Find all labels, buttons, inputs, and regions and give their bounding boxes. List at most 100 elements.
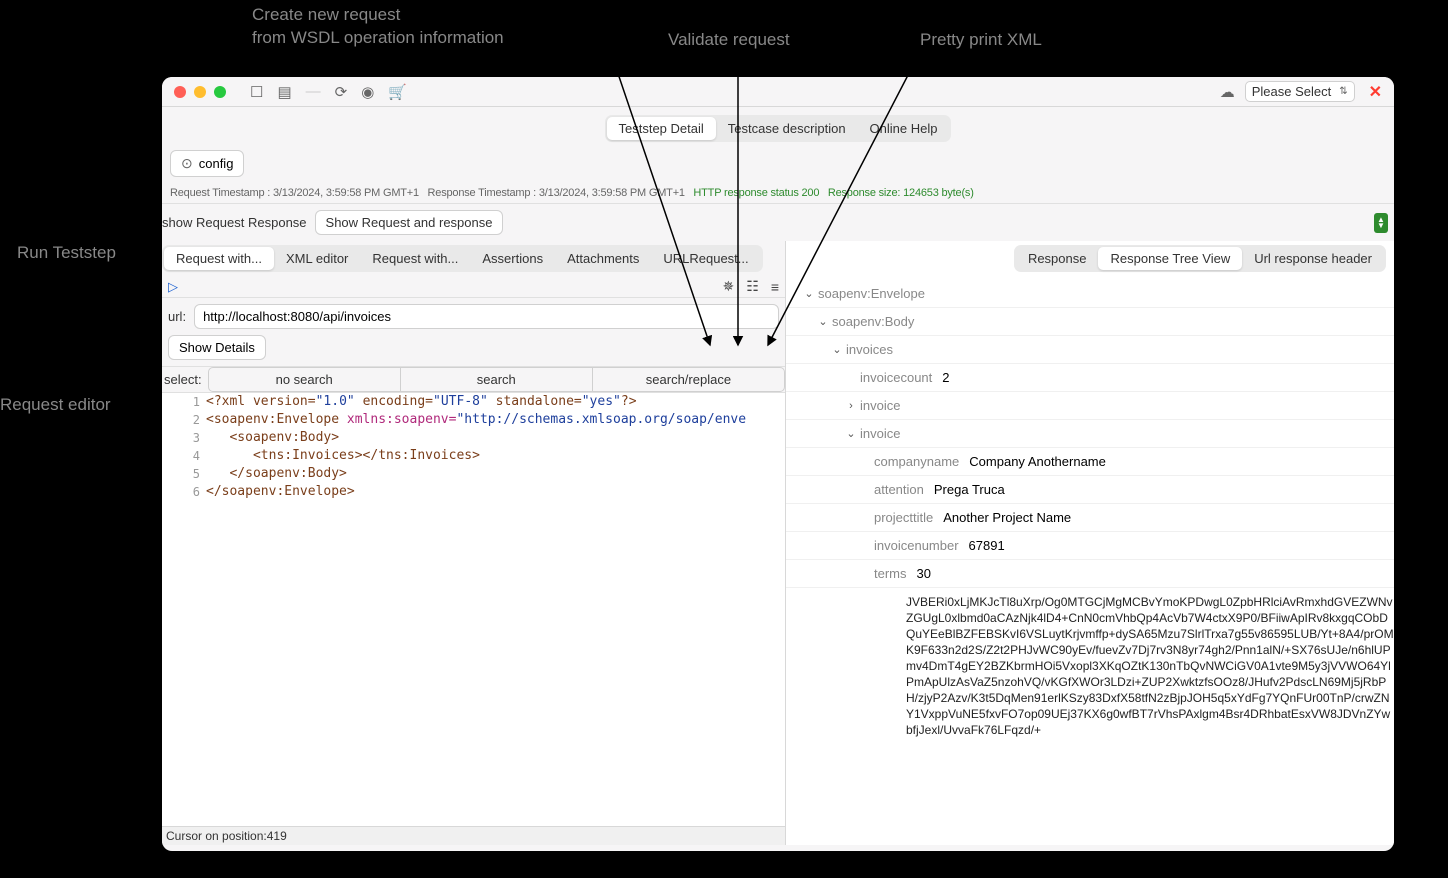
show-details-button[interactable]: Show Details: [168, 335, 266, 360]
chevron-down-icon[interactable]: ⌄: [800, 287, 818, 300]
select-label: select:: [162, 372, 208, 387]
tree-node-invoicecount[interactable]: invoicecount 2: [786, 364, 1394, 392]
editor-line[interactable]: 3 <soapenv:Body>: [162, 429, 785, 447]
tree-key-invoices: invoices: [846, 342, 893, 357]
cloud-icon[interactable]: ☁: [1220, 83, 1235, 101]
tree-key-companyname: companyname: [874, 454, 959, 469]
pretty-print-icon[interactable]: ≡: [771, 279, 779, 295]
titlebar: ☐ ▤ — ⟳ ◉ 🛒 ☁ Please Select ⇅ ✕: [162, 77, 1394, 107]
titlebar-icons: ☐ ▤ — ⟳ ◉ 🛒: [250, 83, 407, 101]
tab-url-request[interactable]: URLRequest...: [651, 247, 760, 270]
annotation-pretty-print: Pretty print XML: [920, 30, 1042, 50]
response-size: Response size: 124653 byte(s): [828, 187, 974, 199]
annotation-from-wsdl: from WSDL operation information: [252, 28, 504, 48]
tab-xml-editor[interactable]: XML editor: [274, 247, 360, 270]
tab-teststep-detail[interactable]: Teststep Detail: [607, 117, 716, 140]
response-timestamp-label: Response Timestamp :: [428, 187, 537, 199]
code-content: <tns:Invoices></tns:Invoices>: [206, 447, 480, 465]
tree-val-invoicenumber: 67891: [969, 538, 1005, 553]
window-minimize-button[interactable]: [194, 86, 206, 98]
no-search-tab[interactable]: no search: [208, 367, 401, 392]
expand-collapse-arrows-icon[interactable]: ▲▼: [1374, 213, 1388, 233]
tree-key-invoicenumber: invoicenumber: [874, 538, 959, 553]
search-row: select: no search search search/replace: [162, 366, 785, 393]
show-row: show Request Response Show Request and r…: [162, 203, 1394, 241]
search-tab[interactable]: search: [401, 367, 593, 392]
response-timestamp-value: 3/13/2024, 3:59:58 PM GMT+1: [539, 187, 685, 199]
sidebar-toggle-icon[interactable]: ☐: [250, 83, 263, 101]
response-pane: Response Response Tree View Url response…: [786, 241, 1394, 845]
url-row: url:: [162, 298, 785, 335]
editor-line[interactable]: 4 <tns:Invoices></tns:Invoices>: [162, 447, 785, 465]
editor-line[interactable]: 2<soapenv:Envelope xmlns:soapenv="http:/…: [162, 411, 785, 429]
tab-assertions[interactable]: Assertions: [470, 247, 555, 270]
tab-testcase-description[interactable]: Testcase description: [716, 117, 858, 140]
titlebar-right: ☁ Please Select ⇅ ✕: [1220, 81, 1382, 102]
tree-node-terms[interactable]: terms 30: [786, 560, 1394, 588]
tree-node-envelope[interactable]: ⌄ soapenv:Envelope: [786, 280, 1394, 308]
tab-request-with-1[interactable]: Request with...: [164, 247, 274, 270]
tree-val-invoicecount: 2: [942, 370, 949, 385]
tree-val-terms: 30: [917, 566, 931, 581]
create-request-icon[interactable]: ✵: [723, 278, 735, 295]
tree-node-companyname[interactable]: companyname Company Anothername: [786, 448, 1394, 476]
document-icon[interactable]: ▤: [277, 83, 291, 101]
cursor-position-status: Cursor on position:419: [162, 826, 785, 845]
tab-request-with-2[interactable]: Request with...: [360, 247, 470, 270]
tree-key-projecttitle: projecttitle: [874, 510, 933, 525]
tree-key-attention: attention: [874, 482, 924, 497]
tree-node-projecttitle[interactable]: projecttitle Another Project Name: [786, 504, 1394, 532]
tab-response-tree-view[interactable]: Response Tree View: [1098, 247, 1242, 270]
tree-node-invoice-collapsed[interactable]: › invoice: [786, 392, 1394, 420]
annotation-validate-request: Validate request: [668, 30, 790, 50]
sync-icon[interactable]: ⟳: [335, 83, 348, 101]
code-content: </soapenv:Envelope>: [206, 483, 355, 501]
close-panel-icon[interactable]: ✕: [1369, 82, 1382, 102]
tab-attachments[interactable]: Attachments: [555, 247, 651, 270]
tree-val-attention: Prega Truca: [934, 482, 1005, 497]
chevron-right-icon[interactable]: ›: [842, 400, 860, 412]
tree-node-invoices[interactable]: ⌄ invoices: [786, 336, 1394, 364]
chevron-down-icon[interactable]: ⌄: [814, 315, 832, 328]
tree-key-invoice1: invoice: [860, 398, 900, 413]
tab-response[interactable]: Response: [1016, 247, 1099, 270]
chevron-down-icon[interactable]: ⌄: [842, 427, 860, 440]
response-tree: ⌄ soapenv:Envelope ⌄ soapenv:Body ⌄ invo…: [786, 276, 1394, 845]
window-close-button[interactable]: [174, 86, 186, 98]
tree-key-invoicecount: invoicecount: [860, 370, 932, 385]
editor-line[interactable]: 1<?xml version="1.0" encoding="UTF-8" st…: [162, 393, 785, 411]
url-label: url:: [168, 309, 186, 324]
main-split: Request with... XML editor Request with.…: [162, 241, 1394, 845]
app-window: ☐ ▤ — ⟳ ◉ 🛒 ☁ Please Select ⇅ ✕ Teststep…: [162, 77, 1394, 851]
editor-line[interactable]: 5 </soapenv:Body>: [162, 465, 785, 483]
http-status: HTTP response status 200: [693, 187, 819, 199]
user-icon[interactable]: ◉: [361, 83, 374, 101]
config-button[interactable]: config: [170, 150, 244, 177]
url-input[interactable]: [194, 304, 779, 329]
line-number: 6: [162, 483, 206, 501]
request-toolbar: ▷ ✵ ☷ ≡: [162, 276, 785, 298]
tree-node-invoicenumber[interactable]: invoicenumber 67891: [786, 532, 1394, 560]
request-timestamp-label: Request Timestamp :: [170, 187, 270, 199]
cart-icon[interactable]: 🛒: [388, 83, 407, 101]
request-editor[interactable]: 1<?xml version="1.0" encoding="UTF-8" st…: [162, 393, 785, 826]
chevron-down-icon[interactable]: ⌄: [828, 343, 846, 356]
show-request-response-select[interactable]: Show Request and response: [315, 210, 504, 235]
editor-line[interactable]: 6</soapenv:Envelope>: [162, 483, 785, 501]
line-number: 1: [162, 393, 206, 411]
request-timestamp-value: 3/13/2024, 3:59:58 PM GMT+1: [273, 187, 419, 199]
environment-select-label: Please Select: [1252, 84, 1332, 99]
environment-select[interactable]: Please Select ⇅: [1245, 81, 1355, 102]
divider-icon: —: [306, 83, 321, 101]
code-content: <?xml version="1.0" encoding="UTF-8" sta…: [206, 393, 637, 411]
tree-node-invoice-expanded[interactable]: ⌄ invoice: [786, 420, 1394, 448]
tree-node-body[interactable]: ⌄ soapenv:Body: [786, 308, 1394, 336]
tree-node-attention[interactable]: attention Prega Truca: [786, 476, 1394, 504]
tab-url-response-header[interactable]: Url response header: [1242, 247, 1384, 270]
tab-online-help[interactable]: Online Help: [858, 117, 950, 140]
tree-key-envelope: soapenv:Envelope: [818, 286, 925, 301]
search-replace-tab[interactable]: search/replace: [593, 367, 785, 392]
run-teststep-icon[interactable]: ▷: [168, 279, 178, 295]
validate-request-icon[interactable]: ☷: [746, 278, 759, 295]
window-maximize-button[interactable]: [214, 86, 226, 98]
